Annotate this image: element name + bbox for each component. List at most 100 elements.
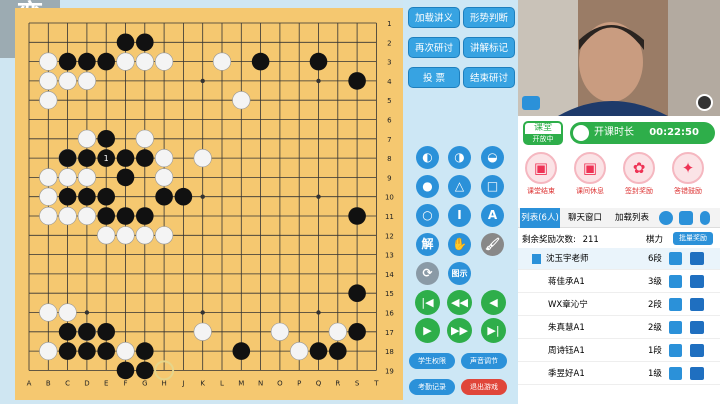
encourage-button[interactable]: ✦ 答错鼓励 <box>668 152 708 196</box>
white-stone[interactable] <box>155 52 174 71</box>
white-stone[interactable] <box>135 226 154 245</box>
vote-button[interactable]: 投 票 <box>408 67 460 88</box>
black-stone[interactable] <box>251 52 270 71</box>
trophy-icon[interactable] <box>669 275 682 288</box>
microphone-icon[interactable] <box>700 211 710 225</box>
white-stone[interactable] <box>212 52 232 71</box>
white-stone[interactable] <box>116 52 135 71</box>
back-fast-button[interactable]: ◀◀ <box>447 290 472 315</box>
white-stone[interactable] <box>270 322 290 341</box>
white-stone[interactable] <box>58 303 77 322</box>
black-stone[interactable] <box>97 130 115 148</box>
book-icon[interactable] <box>690 275 704 288</box>
black-stone[interactable] <box>58 187 77 206</box>
forward-one-button[interactable]: ▶ <box>415 318 440 343</box>
white-stone[interactable] <box>77 206 97 226</box>
tool-black-white-icon[interactable]: ◐ <box>416 146 439 169</box>
black-stone[interactable] <box>97 52 115 71</box>
black-stone[interactable] <box>155 187 173 206</box>
white-stone[interactable] <box>193 149 212 168</box>
first-move-button[interactable]: |◀ <box>415 290 440 315</box>
black-stone[interactable] <box>78 342 96 360</box>
white-stone[interactable] <box>193 322 212 341</box>
black-stone[interactable] <box>174 187 193 206</box>
white-stone[interactable] <box>232 91 251 110</box>
end-study-button[interactable]: 结束研讨 <box>463 67 515 88</box>
black-stone[interactable] <box>136 207 154 225</box>
white-stone[interactable] <box>58 206 77 226</box>
white-stone[interactable] <box>77 71 97 90</box>
black-stone[interactable] <box>58 52 77 71</box>
white-stone[interactable] <box>39 206 58 226</box>
trophy-icon[interactable] <box>669 298 682 311</box>
tab-chat[interactable]: 聊天窗口 <box>564 208 606 228</box>
black-stone[interactable] <box>309 342 328 360</box>
black-stone[interactable] <box>232 342 251 360</box>
white-stone[interactable] <box>328 322 347 341</box>
white-stone[interactable] <box>58 71 77 90</box>
black-stone[interactable] <box>78 323 96 341</box>
black-stone[interactable] <box>97 342 115 360</box>
tool-white-black-icon[interactable]: ◑ <box>448 146 471 169</box>
book-icon[interactable] <box>690 298 704 311</box>
white-stone[interactable] <box>39 168 58 187</box>
student-row[interactable]: 朱真慧A1 2级 <box>518 317 720 339</box>
book-icon[interactable] <box>690 321 704 334</box>
trophy-icon[interactable] <box>669 321 682 334</box>
black-stone[interactable] <box>58 149 77 167</box>
white-stone[interactable] <box>77 129 97 148</box>
restudy-button[interactable]: 再次研讨 <box>408 37 460 58</box>
sound-adjust-button[interactable]: 声音调节 <box>461 353 507 369</box>
student-row[interactable]: 季昱好A1 1级 <box>518 363 720 385</box>
load-handout-button[interactable]: 加载讲义 <box>408 7 460 28</box>
student-row[interactable]: 周诗钰A1 1段 <box>518 340 720 362</box>
black-stone[interactable] <box>97 323 115 341</box>
student-row[interactable]: 沈玉宇老师 6段 <box>518 248 720 270</box>
forward-fast-button[interactable]: ▶▶ <box>447 318 472 343</box>
white-stone[interactable] <box>39 71 58 90</box>
play-icon[interactable] <box>659 211 673 225</box>
book-icon[interactable] <box>690 252 704 265</box>
situation-judge-button[interactable]: 形势判断 <box>463 7 515 28</box>
trophy-icon[interactable] <box>669 367 682 380</box>
black-stone[interactable] <box>136 361 154 380</box>
tab-load-list[interactable]: 加载列表 <box>610 208 654 228</box>
tool-text-cursor-icon[interactable]: I <box>448 204 471 227</box>
white-stone[interactable] <box>77 168 97 187</box>
black-stone[interactable] <box>136 33 154 52</box>
white-stone[interactable] <box>39 52 58 71</box>
tool-solve-icon[interactable]: 解 <box>416 233 439 256</box>
student-row[interactable]: WX章沁宁 2段 <box>518 294 720 316</box>
white-stone[interactable] <box>290 342 309 361</box>
white-stone[interactable] <box>135 52 154 71</box>
diagram-button[interactable]: 图示 <box>448 262 471 285</box>
tool-alternate-icon[interactable]: ◒ <box>481 146 504 169</box>
black-stone[interactable] <box>97 187 115 206</box>
black-stone[interactable] <box>78 52 96 71</box>
go-board-area[interactable]: 1 2 3 4 5 6 7 8 9 10 11 12 13 14 15 16 17 18 19 A B C D E F G H J K L… <box>15 8 403 400</box>
camera-icon[interactable] <box>522 96 540 110</box>
white-stone[interactable] <box>116 342 135 361</box>
break-button[interactable]: ▣ 课间休息 <box>570 152 610 196</box>
white-stone[interactable] <box>39 303 58 322</box>
white-stone[interactable] <box>39 91 58 110</box>
black-stone[interactable] <box>116 149 135 167</box>
black-stone[interactable] <box>309 52 328 71</box>
batch-reward-button[interactable]: 批量奖励 <box>673 232 713 245</box>
tool-square-icon[interactable]: □ <box>481 175 504 198</box>
black-stone[interactable] <box>78 149 96 167</box>
tool-circle-fill-icon[interactable]: ● <box>416 175 439 198</box>
trophy-icon[interactable] <box>669 252 682 265</box>
black-stone[interactable] <box>136 342 154 360</box>
white-stone[interactable] <box>155 149 174 168</box>
tool-hand-icon[interactable]: ✋ <box>448 233 471 256</box>
black-stone[interactable] <box>348 284 366 303</box>
white-stone[interactable] <box>39 342 58 361</box>
tool-brush-icon[interactable]: 🖌 <box>481 233 504 256</box>
book-icon[interactable] <box>690 367 704 380</box>
attendance-button[interactable]: 考勤记录 <box>409 379 455 395</box>
white-stone[interactable] <box>58 168 77 187</box>
student-row[interactable]: 蒋佳承A1 3级 <box>518 271 720 293</box>
black-stone[interactable] <box>348 323 366 341</box>
white-stone[interactable] <box>155 226 174 245</box>
